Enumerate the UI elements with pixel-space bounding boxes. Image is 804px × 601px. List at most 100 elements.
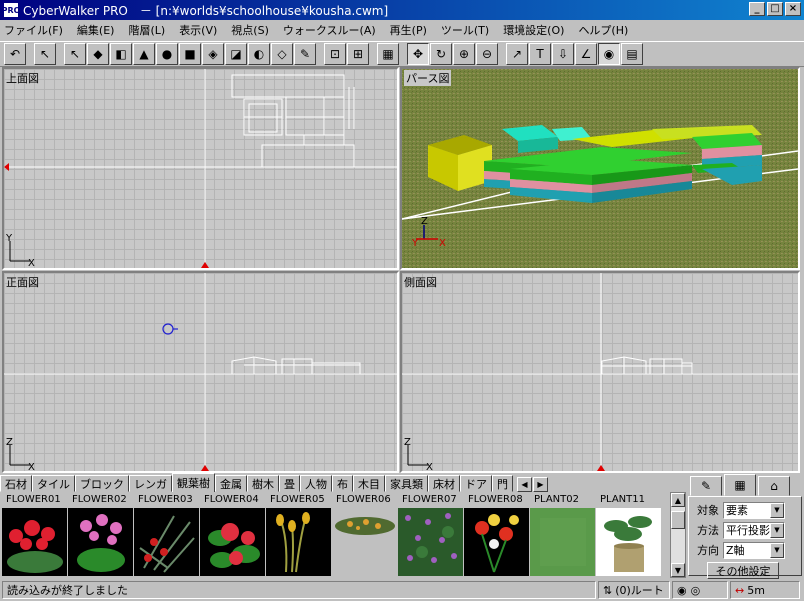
fit-view-icon[interactable]: ⊡ (324, 43, 346, 65)
zoom-in-icon[interactable]: ⊕ (453, 43, 475, 65)
menu-walkthrough[interactable]: ウォークスルー(A) (283, 22, 376, 38)
direction-select[interactable]: Z軸 ▼ (723, 541, 785, 559)
menu-tools[interactable]: ツール(T) (441, 22, 489, 38)
close-button[interactable]: × (785, 2, 801, 16)
thumb-flower05[interactable] (266, 508, 332, 576)
thumb-flower04[interactable] (200, 508, 266, 576)
scroll-down-button[interactable]: ▼ (671, 563, 685, 577)
chevron-down-icon[interactable]: ▼ (770, 542, 784, 558)
more-settings-button[interactable]: その他設定 (707, 562, 779, 579)
toolbar: ↶ ↖ ↖ ◆ ◧ ▲ ● ■ ◈ ◪ ◐ ◇ ✎ ⊡ ⊞ ▦ ✥ ↻ ⊕ ⊖ ↗ T ⇩ ∠ ◉ ▤ (0, 41, 804, 67)
thumb-flower03[interactable] (134, 508, 200, 576)
side-view-canvas[interactable]: Z X (402, 273, 798, 471)
tab-material-1[interactable]: タイル (32, 475, 75, 492)
thumb-flower08[interactable] (464, 508, 530, 576)
line-icon[interactable]: ∠ (575, 43, 597, 65)
group-icon[interactable]: ◈ (202, 43, 224, 65)
thumb-plant02[interactable] (530, 508, 596, 576)
chevron-down-icon[interactable]: ▼ (770, 522, 784, 538)
cube-icon[interactable]: ■ (179, 43, 201, 65)
thumb-flower06[interactable] (332, 508, 398, 576)
camera-viewpoint-icon[interactable] (162, 323, 178, 335)
texture-icon[interactable]: ▤ (621, 43, 643, 65)
scale-indicator[interactable]: ↔ 5m (730, 581, 800, 599)
material-name: FLOWER05 (270, 494, 325, 505)
tab-material-13[interactable]: ドア (460, 475, 492, 492)
grid-icon[interactable]: ▦ (377, 43, 399, 65)
maximize-button[interactable]: □ (767, 2, 783, 16)
wall-icon[interactable]: ◧ (110, 43, 132, 65)
front-view-pane[interactable]: Z X 正面図 (2, 271, 399, 473)
tab-material-0[interactable]: 石材 (0, 475, 32, 492)
tab-material-5[interactable]: 金属 (215, 475, 247, 492)
material-name: FLOWER01 (6, 494, 61, 505)
tab-material-6[interactable]: 樹木 (247, 475, 279, 492)
pointer-icon[interactable]: ↖ (34, 43, 56, 65)
thumb-flower01[interactable] (2, 508, 68, 576)
minimize-button[interactable]: _ (749, 2, 765, 16)
axis-y-label: Y (5, 233, 13, 244)
tab-scroll-left-button[interactable]: ◀ (517, 477, 532, 492)
thumbnail-scrollbar[interactable]: ▲ ▼ (670, 492, 686, 578)
move-icon[interactable]: ✥ (407, 43, 429, 65)
scroll-thumb[interactable] (671, 511, 685, 529)
top-view-canvas[interactable]: Y X (4, 69, 397, 268)
extrude-icon[interactable]: ◇ (271, 43, 293, 65)
method-select[interactable]: 平行投影 ▼ (723, 521, 785, 539)
tab-material-9[interactable]: 布 (332, 475, 353, 492)
top-view-pane[interactable]: Y X 上面図 (2, 67, 399, 270)
camera-icon[interactable]: ◉ (598, 43, 620, 65)
menu-layer[interactable]: 階層(L) (128, 22, 165, 38)
side-view-pane[interactable]: Z X 側面図 (400, 271, 800, 473)
roof-icon[interactable]: ▲ (133, 43, 155, 65)
tab-scroll-right-button[interactable]: ▶ (533, 477, 548, 492)
menu-edit[interactable]: 編集(E) (77, 22, 115, 38)
menu-settings[interactable]: 環境設定(O) (503, 22, 564, 38)
tab-material-11[interactable]: 家具類 (385, 475, 428, 492)
chevron-down-icon[interactable]: ▼ (770, 502, 784, 518)
menu-viewpoint[interactable]: 視点(S) (231, 22, 269, 38)
text-icon[interactable]: T (529, 43, 551, 65)
tab-material-14[interactable]: 門 (492, 475, 513, 492)
sphere-icon[interactable]: ● (156, 43, 178, 65)
thumb-flower02[interactable] (68, 508, 134, 576)
walk-mode-indicator[interactable]: ◉ ◎ (672, 581, 728, 599)
perspective-view-pane[interactable]: Z Y X パース図 (400, 67, 800, 270)
eye-icon: ◎ (690, 583, 701, 597)
measure-icon[interactable]: ↗ (506, 43, 528, 65)
tab-material-4[interactable]: 観葉樹 (172, 473, 215, 492)
front-view-canvas[interactable]: Z X (4, 273, 397, 471)
menu-file[interactable]: ファイル(F) (4, 22, 63, 38)
layer-root-indicator[interactable]: ⇅ (0)ルート (598, 581, 670, 599)
brush-icon[interactable]: ✎ (294, 43, 316, 65)
tab-material-8[interactable]: 人物 (300, 475, 332, 492)
revolve-icon[interactable]: ◐ (248, 43, 270, 65)
app-icon[interactable]: PRO (2, 2, 20, 18)
menu-view[interactable]: 表示(V) (179, 22, 217, 38)
target-label: 対象 (697, 504, 719, 517)
zoom-out-icon[interactable]: ⊖ (476, 43, 498, 65)
select-pointer-icon[interactable]: ↖ (64, 43, 86, 65)
tab-material-2[interactable]: ブロック (75, 475, 129, 492)
fit-all-icon[interactable]: ⊞ (347, 43, 369, 65)
target-select[interactable]: 要素 ▼ (723, 501, 785, 519)
light-icon[interactable]: ⇩ (552, 43, 574, 65)
thumb-plant11[interactable] (596, 508, 662, 576)
perspective-canvas[interactable]: Z Y X (402, 69, 798, 268)
house-icon[interactable]: ⌂ (758, 476, 790, 496)
tab-material-7[interactable]: 畳 (279, 475, 300, 492)
menu-play[interactable]: 再生(P) (390, 22, 427, 38)
menu-help[interactable]: ヘルプ(H) (578, 22, 628, 38)
paint-icon[interactable]: ✎ (690, 476, 722, 496)
tab-material-3[interactable]: レンガ (129, 475, 172, 492)
undo-icon[interactable]: ↶ (4, 43, 26, 65)
title-bar[interactable]: PRO CyberWalker PRO － [n:¥worlds¥schoolh… (0, 0, 804, 20)
rotate-icon[interactable]: ↻ (430, 43, 452, 65)
scroll-up-button[interactable]: ▲ (671, 493, 685, 507)
model-icon[interactable]: ◪ (225, 43, 247, 65)
tab-material-12[interactable]: 床材 (428, 475, 460, 492)
thumb-flower07[interactable] (398, 508, 464, 576)
tab-material-10[interactable]: 木目 (353, 475, 385, 492)
texture-map-icon[interactable]: ▦ (724, 474, 756, 496)
floor-plate-icon[interactable]: ◆ (87, 43, 109, 65)
